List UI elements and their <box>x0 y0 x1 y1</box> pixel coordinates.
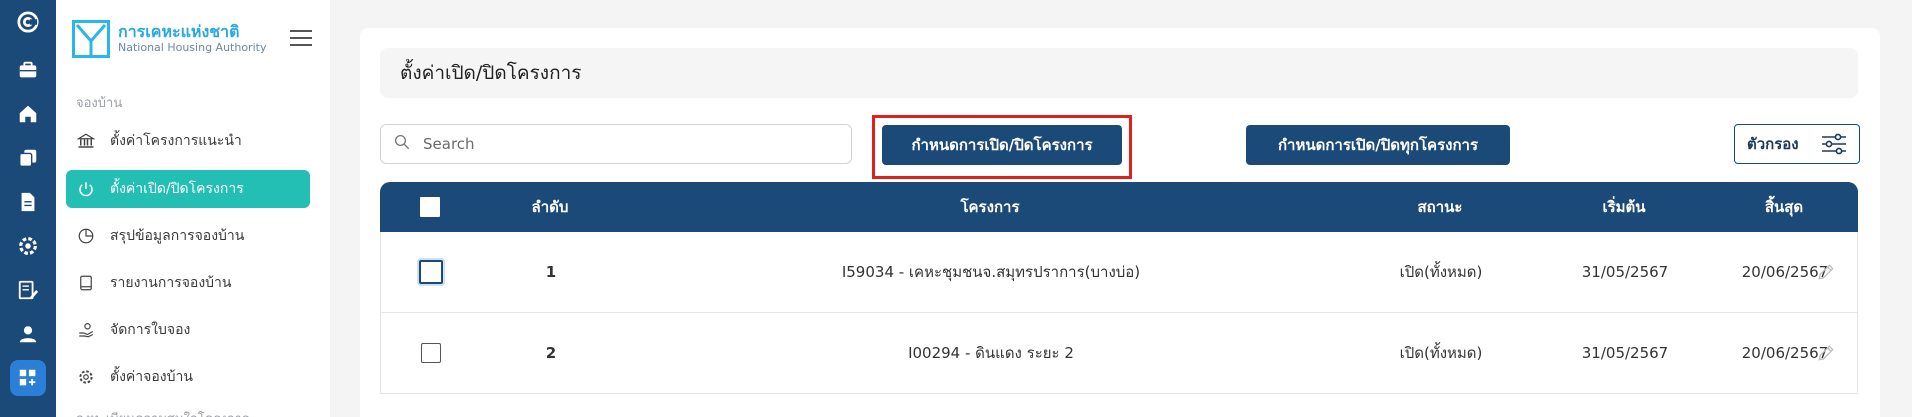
pencil-icon[interactable] <box>1801 313 1851 393</box>
row-no: 2 <box>545 344 557 362</box>
table-header: ลำดับ โครงการ สถานะ เริ่มต้น สิ้นสุด <box>380 182 1858 232</box>
sidebar-item-manage-bookings[interactable]: จัดการใบจอง <box>66 311 310 349</box>
table-row: 1 I59034 - เคหะชุมชนจ.สมุทรปราการ(บางบ่อ… <box>380 232 1858 313</box>
header-project[interactable]: โครงการ <box>720 182 1260 232</box>
edit-list-icon[interactable] <box>10 272 46 308</box>
sidebar-item-featured-projects[interactable]: ตั้งค่าโครงการแนะนำ <box>66 122 310 160</box>
hamburger-menu-icon[interactable] <box>290 30 312 48</box>
grid-add-icon[interactable] <box>10 360 46 396</box>
sidebar: การเคหะแห่งชาติ National Housing Authori… <box>56 0 330 417</box>
set-open-close-all-projects-button[interactable]: กำหนดการเปิด/ปิดทุกโครงการ <box>1246 125 1510 165</box>
hand-coin-icon <box>76 320 96 340</box>
search-input[interactable] <box>423 135 823 153</box>
home-icon[interactable] <box>10 96 46 132</box>
sidebar-item-booking-report[interactable]: รายงานการจองบ้าน <box>66 264 310 302</box>
sidebar-item-label: จัดการใบจอง <box>110 322 191 338</box>
bank-icon <box>76 131 96 151</box>
sidebar-item-label: สรุปข้อมูลการจองบ้าน <box>110 228 245 244</box>
row-select-cell <box>401 232 461 312</box>
sidebar-item-label: รายงานการจองบ้าน <box>110 275 232 291</box>
sidebar-section-label-cutoff: ลงทะเบียนความสนใจโครงการ <box>76 408 249 417</box>
filter-button[interactable]: ตัวกรอง <box>1734 124 1860 164</box>
sidebar-item-label: ตั้งค่าโครงการแนะนำ <box>110 133 242 149</box>
row-project: I00294 - ดินแดง ระยะ 2 <box>908 344 1074 362</box>
gear-icon <box>76 367 96 387</box>
sidebar-item-booking-summary[interactable]: สรุปข้อมูลการจองบ้าน <box>66 217 310 255</box>
filter-button-label: ตัวกรอง <box>1747 135 1799 153</box>
select-all-checkbox[interactable] <box>420 197 440 217</box>
row-checkbox[interactable] <box>421 343 441 363</box>
content-card: ตั้งค่าเปิด/ปิดโครงการ กำหนดการเปิด/ปิดโ… <box>360 28 1880 417</box>
header-no[interactable]: ลำดับ <box>510 182 590 232</box>
user-icon[interactable] <box>10 316 46 352</box>
row-project: I59034 - เคหะชุมชนจ.สมุทรปราการ(บางบ่อ) <box>841 263 1141 281</box>
row-status: เปิด(ทั้งหมด) <box>1399 263 1483 281</box>
search-icon <box>393 133 411 155</box>
row-start-date: 31/05/2567 <box>1581 263 1669 281</box>
pie-chart-icon <box>76 226 96 246</box>
sidebar-section-label: จองบ้าน <box>76 96 123 111</box>
header-start[interactable]: เริ่มต้น <box>1554 182 1694 232</box>
document-icon[interactable] <box>10 184 46 220</box>
app-root: การเคหะแห่งชาติ National Housing Authori… <box>0 0 1912 417</box>
briefcase-icon[interactable] <box>10 52 46 88</box>
header-end[interactable]: สิ้นสุด <box>1714 182 1854 232</box>
icon-rail <box>0 0 56 417</box>
sidebar-item-label: ตั้งค่าเปิด/ปิดโครงการ <box>110 181 244 197</box>
row-start-date: 31/05/2567 <box>1581 344 1669 362</box>
row-checkbox[interactable] <box>419 260 443 284</box>
projects-table: ลำดับ โครงการ สถานะ เริ่มต้น สิ้นสุด 1 I… <box>380 182 1858 394</box>
copy-icon[interactable] <box>10 140 46 176</box>
power-icon <box>76 179 96 199</box>
sidebar-item-open-close-projects[interactable]: ตั้งค่าเปิด/ปิดโครงการ <box>66 170 310 208</box>
table-row: 2 I00294 - ดินแดง ระยะ 2 เปิด(ทั้งหมด) 3… <box>380 313 1858 394</box>
app-logo-icon[interactable] <box>10 4 46 40</box>
search-box[interactable] <box>380 124 852 164</box>
row-no: 1 <box>545 263 557 281</box>
logo-title-en: National Housing Authority <box>118 41 267 54</box>
nha-logo: การเคหะแห่งชาติ National Housing Authori… <box>72 20 266 58</box>
pencil-icon[interactable] <box>1801 232 1851 312</box>
main-content: ตั้งค่าเปิด/ปิดโครงการ กำหนดการเปิด/ปิดโ… <box>330 0 1912 417</box>
select-all-cell <box>400 182 460 232</box>
header-status[interactable]: สถานะ <box>1350 182 1530 232</box>
book-icon <box>76 273 96 293</box>
page-title-bar: ตั้งค่าเปิด/ปิดโครงการ <box>380 48 1858 98</box>
logo-title-th: การเคหะแห่งชาติ <box>118 22 240 41</box>
settings-icon[interactable] <box>10 228 46 264</box>
row-select-cell <box>401 313 461 393</box>
set-open-close-project-button[interactable]: กำหนดการเปิด/ปิดโครงการ <box>882 125 1122 165</box>
sidebar-item-booking-settings[interactable]: ตั้งค่าจองบ้าน <box>66 358 310 396</box>
sliders-icon <box>1822 133 1846 155</box>
row-status: เปิด(ทั้งหมด) <box>1399 344 1483 362</box>
nha-logo-mark <box>72 20 110 58</box>
sidebar-item-label: ตั้งค่าจองบ้าน <box>110 369 193 385</box>
page-title: ตั้งค่าเปิด/ปิดโครงการ <box>400 62 582 84</box>
